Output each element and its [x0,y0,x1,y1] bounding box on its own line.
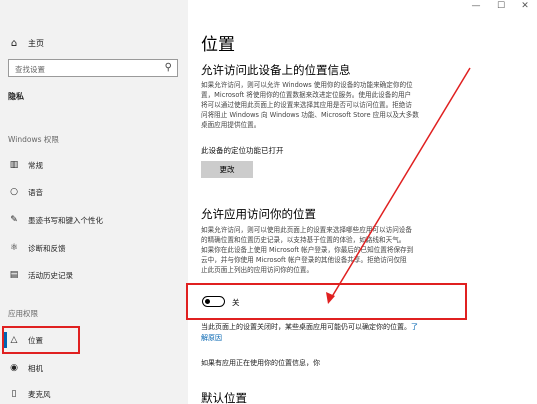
text-line: 云中，并与你使用 Microsoft 帐户登录的其他设备共享。拒绝访问仅阻 [201,256,407,264]
sidebar-item-inking[interactable]: ✎ 墨迹书写和键入个性化 [8,212,103,228]
text-line: 问将阻止 Windows 向 Windows 功能、Microsoft Stor… [201,111,419,119]
learn-why-link[interactable]: 了 [411,323,418,331]
search-icon[interactable]: ⚲ [165,62,172,73]
section-device-location-title: 允许访问此设备上的位置信息 [201,63,351,77]
pen-icon: ✎ [10,215,18,225]
diagnostics-icon: ⚛ [9,243,19,253]
section-app-access-title: 允许应用访问你的位置 [201,207,316,221]
sidebar-item-diagnostics[interactable]: ⚛ 诊断和反馈 [8,240,66,256]
text-line: 如果允许访问，则可以使用此页面上的设置来选择哪些应用可以访问设备 [201,226,412,234]
toggle-highlight-box [186,283,467,320]
lock-icon: ▥ [9,160,19,170]
learn-why-link-continued[interactable]: 解原因 [201,333,222,343]
page-title: 位置 [201,35,235,55]
text-line: 置，Microsoft 将使用你的位置数据来改进定位服务。使用此设备的用户 [201,91,412,99]
section-device-location-text: 如果允许访问，则可以允许 Windows 使用你的设备的功能来确定你的位 置，M… [201,80,491,130]
sidebar-item-microphone[interactable]: ▯ 麦克风 [8,386,51,402]
camera-icon: ◉ [10,363,18,373]
toggle-state-label: 关 [232,298,240,307]
app-location-toggle[interactable] [202,296,225,307]
sidebar-item-label: 语音 [28,187,43,197]
location-status-text: 此设备的定位功能已打开 [201,146,284,155]
location-highlight-box [2,326,80,354]
sidebar-home-label: 主页 [28,38,44,48]
sidebar-item-label: 常规 [28,160,43,170]
search-placeholder: 查找设置 [15,65,45,74]
section-app-access-text: 如果允许访问，则可以使用此页面上的设置来选择哪些应用可以访问设备 的精确位置和位… [201,225,491,275]
text-line: 止此页面上列出的应用访问你的位置。 [201,266,314,274]
search-input[interactable]: 查找设置 ⚲ [8,59,178,77]
main-content: 位置 允许访问此设备上的位置信息 如果允许访问，则可以允许 Windows 使用… [188,0,537,404]
section-default-location-title: 默认位置 [201,391,247,404]
text-line: 桌面应用提供位置。 [201,121,261,129]
group-windows-permissions: Windows 权限 [8,135,59,144]
note-text: 当此页面上的设置关闭时，某些桌面应用可能仍可以确定你的位置。 [201,323,411,331]
sidebar-item-label: 墨迹书写和键入个性化 [28,215,103,225]
text-line: 如果允许访问，则可以允许 Windows 使用你的设备的功能来确定你的位 [201,81,413,89]
sidebar-item-home[interactable]: ⌂ 主页 [8,36,44,50]
sidebar-item-activity-history[interactable]: ▤ 活动历史记录 [8,267,73,283]
text-line: 如果你在此设备上使用 Microsoft 帐户登录，你最后的已知位置将保存到 [201,246,414,254]
note-desktop-apps: 当此页面上的设置关闭时，某些桌面应用可能仍可以确定你的位置。了 [201,322,418,332]
note-apps-using-location: 如果有应用正在使用你的位置信息，你 [201,359,320,367]
sidebar-item-label: 麦克风 [28,389,51,399]
sidebar-item-speech[interactable]: ○ 语音 [8,184,43,200]
home-icon: ⌂ [10,37,18,49]
microphone-icon: ▯ [11,389,17,399]
section-title: 隐私 [8,92,24,101]
change-button[interactable]: 更改 [201,161,253,178]
text-line: 将可以通过使用此页面上的设置来选择其应用是否可以访问位置。拒绝访 [201,101,412,109]
toggle-knob [205,298,210,304]
sidebar-item-label: 诊断和反馈 [28,243,66,253]
sidebar-item-label: 活动历史记录 [28,270,73,280]
sidebar-item-label: 相机 [28,363,43,373]
group-app-permissions: 应用权限 [8,309,38,318]
sidebar-item-camera[interactable]: ◉ 相机 [8,360,43,376]
speech-icon: ○ [10,187,18,197]
history-icon: ▤ [9,270,19,280]
sidebar-item-general[interactable]: ▥ 常规 [8,157,43,173]
text-line: 的精确位置和位置历史记录，以支持基于位置的体验，如路线和天气。 [201,236,406,244]
